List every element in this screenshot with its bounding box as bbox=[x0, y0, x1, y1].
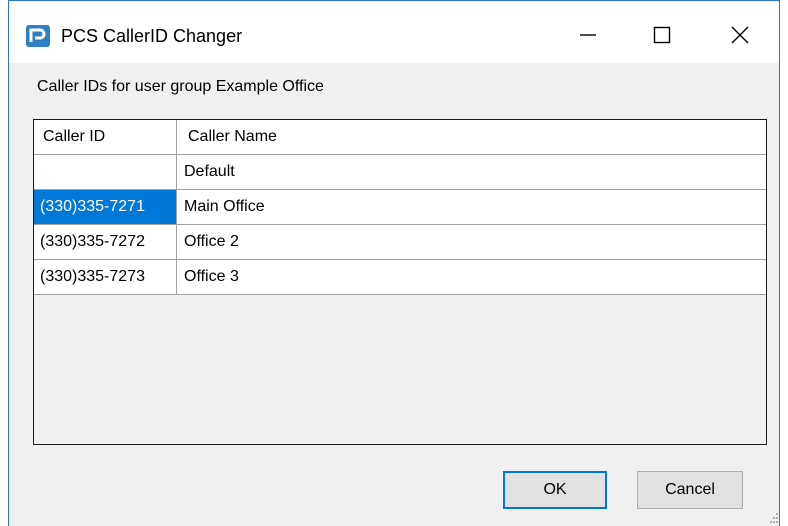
table-row[interactable]: (330)335-7273 Office 3 bbox=[34, 260, 766, 295]
caller-name-cell[interactable]: Main Office bbox=[177, 190, 766, 224]
close-button[interactable] bbox=[717, 15, 763, 55]
table-row[interactable]: (330)335-7271 Main Office bbox=[34, 190, 766, 225]
dialog-window: PCS CallerID Changer Caller IDs for user… bbox=[8, 0, 780, 526]
window-title: PCS CallerID Changer bbox=[61, 26, 243, 46]
caller-id-cell[interactable]: (330)335-7272 bbox=[34, 225, 177, 259]
title-bar[interactable]: PCS CallerID Changer bbox=[9, 1, 779, 63]
maximize-button[interactable] bbox=[639, 15, 685, 55]
caller-id-cell[interactable]: (330)335-7273 bbox=[34, 260, 177, 294]
user-group-label: Caller IDs for user group Example Office bbox=[37, 78, 324, 95]
maximize-icon bbox=[653, 26, 671, 44]
caller-name-cell[interactable]: Office 2 bbox=[177, 225, 766, 259]
caller-id-cell-selected[interactable]: (330)335-7271 bbox=[34, 190, 177, 224]
caller-name-cell[interactable]: Office 3 bbox=[177, 260, 766, 294]
caller-name-cell[interactable]: Default bbox=[177, 155, 766, 189]
pcs-logo-icon bbox=[26, 25, 50, 47]
close-icon bbox=[731, 26, 749, 44]
minimize-icon bbox=[580, 34, 596, 36]
column-header-caller-name[interactable]: Caller Name bbox=[177, 120, 766, 154]
table-row[interactable]: (330)335-7272 Office 2 bbox=[34, 225, 766, 260]
minimize-button[interactable] bbox=[565, 15, 611, 55]
caller-id-grid[interactable]: Caller ID Caller Name Default (330)335-7… bbox=[33, 119, 767, 445]
caller-id-cell[interactable] bbox=[34, 155, 177, 189]
resize-grip-icon[interactable] bbox=[769, 511, 779, 523]
grid-header-row: Caller ID Caller Name bbox=[34, 120, 766, 155]
table-row[interactable]: Default bbox=[34, 155, 766, 190]
cancel-button[interactable]: Cancel bbox=[637, 471, 743, 509]
ok-button[interactable]: OK bbox=[503, 471, 607, 509]
column-header-caller-id[interactable]: Caller ID bbox=[34, 120, 177, 154]
